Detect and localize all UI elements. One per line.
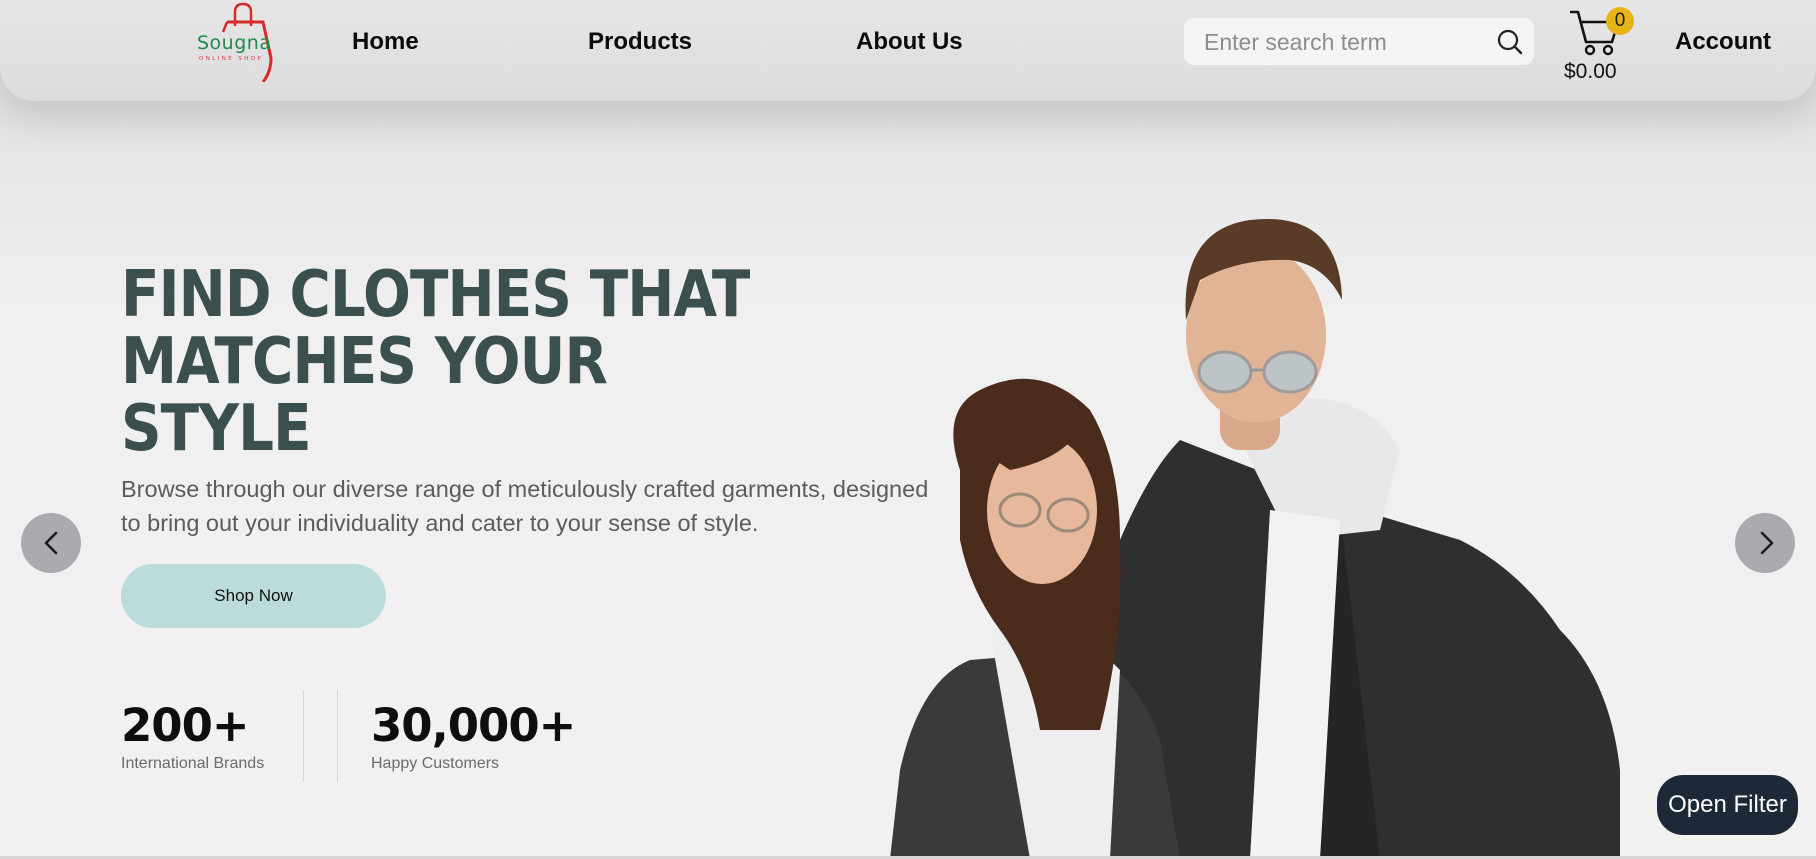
- chevron-right-icon: [1760, 531, 1774, 555]
- stat-customers-label: Happy Customers: [371, 755, 500, 772]
- stat-customers-value: 30,000+: [371, 699, 576, 752]
- hero-models-image: [890, 219, 1620, 859]
- header-bar: Sougna ONLINE SHOP Home Products About U…: [0, 0, 1816, 101]
- stat-divider: [303, 690, 304, 782]
- account-link[interactable]: Account: [1675, 28, 1771, 56]
- search-icon[interactable]: [1496, 28, 1523, 55]
- nav-products[interactable]: Products: [588, 28, 692, 56]
- stat-brands-value: 200+: [121, 699, 250, 752]
- stat-divider: [337, 690, 338, 782]
- logo-subtitle: ONLINE SHOP: [199, 56, 264, 62]
- hero-title: FIND CLOTHES THAT MATCHES YOUR STYLE: [121, 262, 790, 463]
- shop-now-button[interactable]: Shop Now: [121, 564, 386, 628]
- stat-brands-label: International Brands: [121, 755, 265, 772]
- cart-icon[interactable]: [1566, 6, 1646, 58]
- carousel-next-button[interactable]: [1735, 513, 1795, 573]
- nav-about-us[interactable]: About Us: [856, 28, 963, 56]
- cart-count-badge: 0: [1606, 7, 1634, 35]
- logo-name: Sougna: [197, 32, 272, 54]
- carousel-prev-button[interactable]: [21, 513, 81, 573]
- search-input[interactable]: [1202, 25, 1486, 59]
- search-box: [1184, 18, 1534, 65]
- hero-title-line-2: MATCHES YOUR STYLE: [121, 325, 608, 466]
- logo[interactable]: Sougna ONLINE SHOP: [193, 2, 283, 82]
- hero-description: Browse through our diverse range of meti…: [121, 476, 929, 536]
- chevron-left-icon: [44, 531, 58, 555]
- hero-title-line-1: FIND CLOTHES THAT: [121, 258, 750, 332]
- cart-total: $0.00: [1564, 60, 1617, 83]
- page: Sougna ONLINE SHOP Home Products About U…: [0, 0, 1816, 859]
- nav-home[interactable]: Home: [352, 28, 419, 56]
- open-filter-button[interactable]: Open Filter: [1657, 775, 1798, 835]
